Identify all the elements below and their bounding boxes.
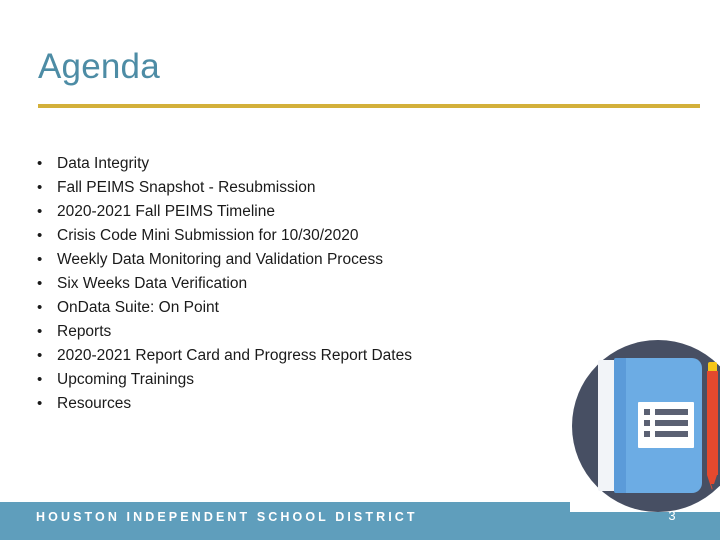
agenda-list-item: • 2020-2021 Report Card and Progress Repo…: [32, 344, 552, 368]
notebook-pages: [598, 360, 614, 491]
agenda-list: • Data Integrity • Fall PEIMS Snapshot - Re…: [32, 152, 552, 416]
bullet-icon: •: [37, 251, 43, 268]
agenda-list-item: • Reports: [32, 320, 552, 344]
agenda-list-item: • Six Weeks Data Verification: [32, 272, 552, 296]
bullet-icon: •: [37, 179, 43, 196]
agenda-item-label: Data Integrity: [57, 155, 150, 172]
list-icon-bar: [655, 420, 688, 426]
agenda-item-label: OnData Suite: On Point: [57, 299, 219, 316]
agenda-list-item: • Resources: [32, 392, 552, 416]
list-icon-bullet: [644, 409, 650, 415]
bullet-icon: •: [37, 275, 43, 292]
page-number: 3: [668, 508, 676, 523]
bullet-icon: •: [37, 203, 43, 220]
agenda-slide: Agenda • Data Integrity • Fall PEIMS Snapsh…: [0, 0, 720, 540]
pencil-body: [707, 371, 718, 475]
bullet-icon: •: [37, 299, 43, 316]
footer-organization-label: HOUSTON INDEPENDENT SCHOOL DISTRICT: [36, 510, 418, 524]
footer-band-right: [570, 512, 720, 540]
agenda-item-label: 2020-2021 Report Card and Progress Repor…: [57, 347, 412, 364]
agenda-item-label: Reports: [57, 323, 112, 340]
title-divider-rule: [38, 104, 700, 108]
list-icon-bar: [655, 409, 688, 415]
agenda-item-label: Resources: [57, 395, 132, 412]
pencil-lead: [710, 484, 715, 490]
list-icon-bar: [655, 431, 688, 437]
agenda-item-label: Fall PEIMS Snapshot - Resubmission: [57, 179, 316, 196]
list-icon-bullet: [644, 431, 650, 437]
list-icon-bullet: [644, 420, 650, 426]
pencil-eraser: [708, 362, 717, 371]
agenda-list-item: • Upcoming Trainings: [32, 368, 552, 392]
agenda-item-label: Crisis Code Mini Submission for 10/30/20…: [57, 227, 359, 244]
bullet-icon: •: [37, 155, 43, 172]
list-icon-row: [644, 420, 688, 426]
notebook-spine: [614, 358, 626, 493]
agenda-list-item: • Crisis Code Mini Submission for 10/30/2…: [32, 224, 552, 248]
bullet-icon: •: [37, 395, 43, 412]
agenda-list-item: • Data Integrity: [32, 152, 552, 176]
page-title: Agenda: [38, 47, 160, 86]
pencil-icon: [707, 362, 718, 490]
bullet-icon: •: [37, 371, 43, 388]
agenda-list-item: • 2020-2021 Fall PEIMS Timeline: [32, 200, 552, 224]
list-icon-row: [644, 431, 688, 437]
agenda-list-item: • Fall PEIMS Snapshot - Resubmission: [32, 176, 552, 200]
list-icon-row: [644, 409, 688, 415]
agenda-list-item: • Weekly Data Monitoring and Validation P…: [32, 248, 552, 272]
list-icon: [638, 402, 694, 448]
bullet-icon: •: [37, 323, 43, 340]
bullet-icon: •: [37, 347, 43, 364]
bullet-icon: •: [37, 227, 43, 244]
agenda-list-item: • OnData Suite: On Point: [32, 296, 552, 320]
notebook-and-pencil-illustration: [572, 340, 720, 514]
agenda-item-label: Six Weeks Data Verification: [57, 275, 248, 292]
agenda-item-label: Weekly Data Monitoring and Validation Pr…: [57, 251, 383, 268]
agenda-item-label: 2020-2021 Fall PEIMS Timeline: [57, 203, 275, 220]
agenda-item-label: Upcoming Trainings: [57, 371, 194, 388]
